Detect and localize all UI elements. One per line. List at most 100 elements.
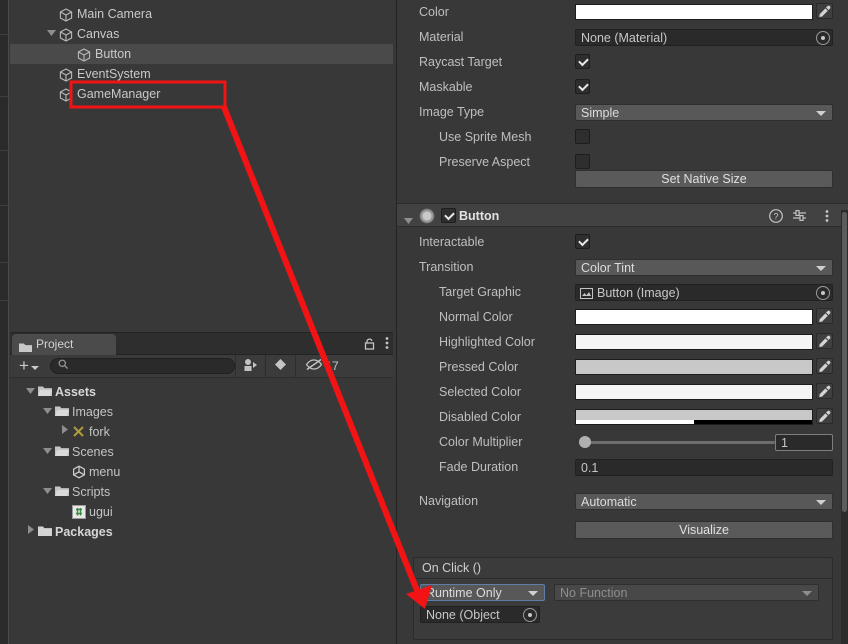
project-item-scripts[interactable]: Scripts <box>10 482 393 502</box>
slider-knob-color-multiplier[interactable] <box>579 436 591 448</box>
color-swatch-disabled-color[interactable] <box>575 409 813 425</box>
hierarchy-item-eventsystem[interactable]: EventSystem <box>10 64 393 84</box>
property-row-color: Color <box>397 0 848 25</box>
visualize-button[interactable]: Visualize <box>575 521 833 539</box>
scene-visibility-count: 17 <box>325 359 339 373</box>
foldout-down-icon[interactable] <box>24 382 37 402</box>
property-field-fade-duration: 0.1 <box>575 459 833 476</box>
object-picker-icon[interactable] <box>816 31 830 45</box>
object-field-target-graphic[interactable]: Button (Image) <box>575 284 833 301</box>
foldout-down-icon[interactable] <box>41 402 54 422</box>
inspector-scrollbar[interactable] <box>841 210 848 644</box>
dropdown-transition[interactable]: Color Tint <box>575 259 833 276</box>
eyedropper-icon[interactable] <box>816 3 833 19</box>
property-field-use-sprite-mesh <box>575 129 590 144</box>
project-item-fork[interactable]: fork <box>10 422 393 442</box>
filter-by-label-icon <box>274 358 287 374</box>
color-swatch-highlighted-color[interactable] <box>575 334 813 350</box>
eyedropper-icon[interactable] <box>816 308 833 324</box>
object-picker-icon[interactable] <box>523 608 537 622</box>
property-row-normal-color: Normal Color <box>397 305 848 330</box>
on-click-function-dropdown[interactable]: No Function <box>554 584 819 601</box>
foldout-down-icon[interactable] <box>41 482 54 502</box>
foldout-down-icon[interactable] <box>404 213 413 227</box>
foldout-right-icon[interactable] <box>24 522 37 542</box>
eyedropper-icon[interactable] <box>816 333 833 349</box>
filter-by-label-button[interactable] <box>266 355 295 378</box>
eyedropper-icon[interactable] <box>816 383 833 399</box>
hierarchy-item-label: EventSystem <box>77 67 151 81</box>
component-enabled-checkbox[interactable] <box>441 208 456 223</box>
property-label-target-graphic: Target Graphic <box>439 285 521 299</box>
project-item-ugui[interactable]: ugui <box>10 502 393 522</box>
checkbox-use-sprite-mesh[interactable] <box>575 129 590 144</box>
create-asset-button[interactable]: + <box>10 355 48 378</box>
dropdown-image-type[interactable]: Simple <box>575 104 833 121</box>
on-click-object-field[interactable]: None (Object <box>420 606 540 623</box>
on-click-mode-dropdown[interactable]: Runtime Only <box>420 584 545 601</box>
project-item-scenes[interactable]: Scenes <box>10 442 393 462</box>
scene-visibility-button[interactable]: 17 <box>296 355 348 378</box>
inspector-panel: Color Material None (Material) Raycast Targ… <box>396 0 848 644</box>
dropdown-navigation[interactable]: Automatic <box>575 493 833 510</box>
help-icon[interactable]: ? <box>769 209 783 226</box>
project-item-menu[interactable]: menu <box>10 462 393 482</box>
slider-track-color-multiplier[interactable] <box>579 441 775 444</box>
slider-value-field-color-multiplier[interactable]: 1 <box>775 434 833 451</box>
object-picker-icon[interactable] <box>816 286 830 300</box>
preset-icon[interactable] <box>793 209 807 226</box>
eyedropper-icon[interactable] <box>816 408 833 424</box>
project-item-label: Scenes <box>72 445 114 459</box>
lock-icon[interactable] <box>364 337 375 353</box>
text-field-fade-duration[interactable]: 0.1 <box>575 459 833 476</box>
kebab-menu-icon[interactable] <box>385 336 389 353</box>
hierarchy-item-main-camera[interactable]: Main Camera <box>10 4 393 24</box>
object-field-value: None (Material) <box>581 31 668 45</box>
chevron-down-icon <box>30 366 39 370</box>
project-item-images[interactable]: Images <box>10 402 393 422</box>
hierarchy-item-canvas[interactable]: Canvas <box>10 24 393 44</box>
set-native-size-button[interactable]: Set Native Size <box>575 170 833 188</box>
checkbox-maskable[interactable] <box>575 79 590 94</box>
search-input[interactable] <box>50 358 235 374</box>
property-row-image-type: Image Type Simple <box>397 100 848 125</box>
button-component-title: Button <box>459 209 500 223</box>
tab-project[interactable]: Project <box>12 334 116 355</box>
property-label-use-sprite-mesh: Use Sprite Mesh <box>439 130 532 144</box>
color-swatch-pressed-color[interactable] <box>575 359 813 375</box>
property-field-pressed-color <box>575 358 833 375</box>
row-spacer <box>397 480 848 489</box>
left-edge-strip <box>0 0 9 644</box>
color-swatch-normal-color[interactable] <box>575 309 813 325</box>
filter-by-type-button[interactable] <box>236 355 265 378</box>
project-item-assets[interactable]: Assets <box>10 382 393 402</box>
project-item-label: fork <box>89 425 110 439</box>
kebab-menu-icon[interactable] <box>825 209 829 226</box>
eyedropper-icon[interactable] <box>816 358 833 374</box>
gameobject-icon <box>58 4 74 24</box>
on-click-function-value: No Function <box>560 586 628 600</box>
checkbox-raycast-target[interactable] <box>575 54 590 69</box>
chevron-down-icon <box>528 591 538 596</box>
folder-open-icon <box>54 442 72 462</box>
project-item-label: ugui <box>89 505 113 519</box>
checkbox-preserve-aspect[interactable] <box>575 154 590 169</box>
project-item-packages[interactable]: Packages <box>10 522 393 542</box>
button-component-header[interactable]: Button ? <box>397 203 848 227</box>
property-field-material: None (Material) <box>575 29 833 46</box>
color-swatch-color[interactable] <box>575 4 813 20</box>
foldout-down-icon[interactable] <box>45 24 58 44</box>
property-label-raycast-target: Raycast Target <box>419 55 503 69</box>
on-click-event-box: On Click () Runtime Only No Function Non… <box>413 557 833 640</box>
color-swatch-selected-color[interactable] <box>575 384 813 400</box>
checkbox-interactable[interactable] <box>575 234 590 249</box>
foldout-right-icon[interactable] <box>58 422 71 442</box>
foldout-down-icon[interactable] <box>41 442 54 462</box>
property-field-normal-color <box>575 308 833 325</box>
project-item-label: Images <box>72 405 113 419</box>
object-field-material[interactable]: None (Material) <box>575 29 833 46</box>
hierarchy-item-button[interactable]: Button <box>10 44 393 64</box>
project-toolbar: + 17 <box>10 354 393 378</box>
hidden-eye-icon <box>305 358 323 374</box>
hierarchy-item-gamemanager[interactable]: GameManager <box>10 84 393 104</box>
